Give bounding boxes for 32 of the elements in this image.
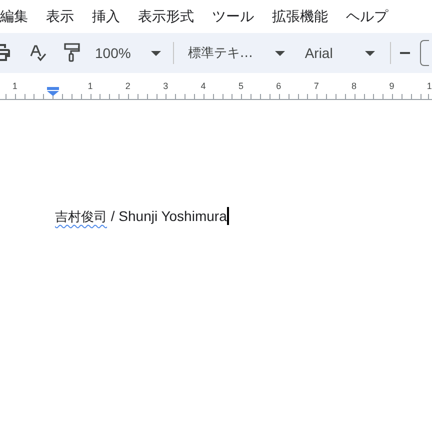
menu-item[interactable]: ヘルプ	[346, 8, 397, 26]
document-text: 吉村俊司 / Shunji Yoshimura	[55, 208, 227, 224]
ruler-number: 5	[237, 81, 244, 93]
menu-item[interactable]: 表示	[46, 8, 83, 26]
font-dropdown[interactable]: Arial	[304, 45, 375, 61]
font-size-field[interactable]	[420, 40, 429, 66]
indent-marker-icon[interactable]	[46, 87, 59, 96]
paint-roller-icon[interactable]	[64, 43, 80, 63]
ruler-number: 3	[162, 81, 170, 93]
ruler-number: 4	[200, 81, 207, 93]
caret-icon	[364, 50, 375, 56]
ruler-number: 1	[86, 81, 94, 93]
ruler-number: 7	[312, 81, 320, 93]
ruler-number: 2	[124, 81, 132, 93]
ruler-number: 6	[275, 81, 282, 93]
ruler-number: 8	[350, 81, 358, 93]
menu-item[interactable]: 表示形式	[138, 8, 203, 26]
menu-item[interactable]: 拡張機能	[272, 8, 337, 26]
menu-item[interactable]: ツール	[212, 8, 263, 26]
style-dropdown[interactable]: 標準テキ…	[188, 44, 285, 62]
zoom-dropdown[interactable]: 100%	[95, 45, 161, 61]
caret-icon	[274, 50, 285, 56]
ruler-number: 1	[426, 81, 432, 93]
print-icon[interactable]	[0, 44, 10, 62]
menu-item[interactable]: 編集	[0, 8, 37, 26]
text-cursor	[226, 207, 229, 225]
ruler-number: 9	[388, 81, 396, 93]
spellcheck-icon[interactable]	[29, 44, 47, 62]
menu-item[interactable]: 挿入	[92, 8, 129, 26]
minus-icon[interactable]	[400, 52, 410, 54]
ruler-number: 1	[11, 81, 18, 93]
caret-icon	[150, 50, 161, 56]
